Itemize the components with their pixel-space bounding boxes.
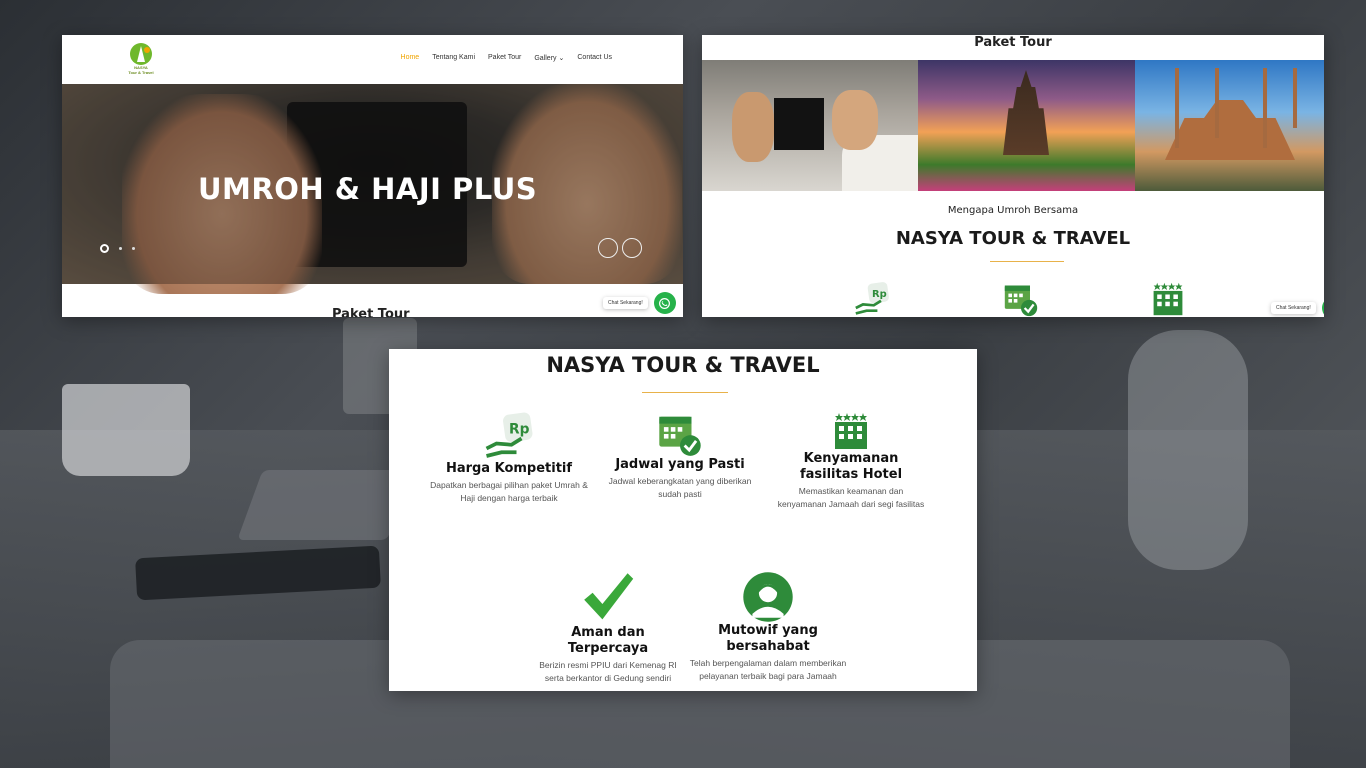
brand-heading: NASYA TOUR & TRAVEL bbox=[895, 228, 1131, 249]
rupiah-hand-icon: Rp bbox=[485, 412, 533, 458]
feature-jadwal-pasti: Jadwal yang Pasti Jadwal keberangkatan y… bbox=[599, 411, 761, 501]
feature-mutowif: Mutowif yang bersahabat Telah berpengala… bbox=[689, 571, 847, 683]
tour-image-bali[interactable] bbox=[918, 60, 1135, 191]
chevron-down-icon: ⌄ bbox=[558, 55, 565, 62]
feature-harga-kompetitif: Rp Harga Kompetitif Dapatkan berbagai pi… bbox=[427, 411, 591, 505]
feature-title: Aman dan Terpercaya bbox=[567, 625, 649, 656]
nav-gallery[interactable]: Gallery ⌄ bbox=[534, 54, 564, 62]
feature-fasilitas-hotel: Kenyamanan fasilitas Hotel Memastikan ke… bbox=[777, 411, 925, 511]
checkmark-icon bbox=[584, 573, 634, 620]
nav-menu: Home Tentang Kami Paket Tour Gallery ⌄ C… bbox=[401, 54, 612, 62]
guide-person-icon bbox=[743, 572, 793, 622]
hero-slider: UMROH & HAJI PLUS bbox=[62, 84, 683, 294]
whatsapp-icon[interactable] bbox=[1321, 297, 1324, 317]
feature-desc: Memastikan keamanan dan kenyamanan Jamaa… bbox=[777, 486, 925, 509]
feature-title: Jadwal yang Pasti bbox=[615, 457, 745, 472]
tour-package-gallery bbox=[702, 60, 1324, 191]
feature-title: Kenyamanan fasilitas Hotel bbox=[799, 451, 903, 482]
feature-desc: Berizin resmi PPIU dari Kemenag RI serta… bbox=[539, 660, 677, 683]
chat-widget[interactable]: Chat Sekarang! bbox=[1271, 297, 1324, 317]
why-subtitle: Mengapa Umroh Bersama bbox=[947, 205, 1079, 216]
navbar: NASYA Tour & Travel Home Tentang Kami Pa… bbox=[62, 35, 683, 84]
calendar-check-icon bbox=[659, 416, 701, 456]
screenshot-homepage-hero: NASYA Tour & Travel Home Tentang Kami Pa… bbox=[62, 35, 683, 317]
slider-dot-1[interactable] bbox=[100, 244, 109, 253]
slider-dot-2[interactable] bbox=[119, 247, 122, 250]
hotel-icon bbox=[1153, 282, 1183, 316]
heading-divider bbox=[990, 261, 1064, 262]
chat-label[interactable]: Chat Sekarang! bbox=[1271, 302, 1316, 314]
feature-desc: Dapatkan berbagai pilihan paket Umrah & … bbox=[430, 480, 588, 503]
slider-dot-3[interactable] bbox=[132, 247, 135, 250]
svg-text:Rp: Rp bbox=[872, 289, 887, 300]
rupiah-hand-icon: Rp bbox=[855, 282, 889, 315]
section-title: Paket Tour bbox=[974, 35, 1052, 50]
nav-contact-us[interactable]: Contact Us bbox=[577, 54, 612, 62]
feature-desc: Telah berpengalaman dalam memberikan pel… bbox=[689, 658, 847, 681]
background-phone bbox=[135, 545, 381, 601]
nav-home[interactable]: Home bbox=[401, 54, 420, 62]
tour-image-turkey[interactable] bbox=[1135, 60, 1324, 191]
screenshot-paket-tour: Paket Tour Mengapa Umroh Bersama NASYA T… bbox=[702, 35, 1324, 317]
slider-prev-button[interactable] bbox=[598, 238, 618, 258]
nav-paket-tour[interactable]: Paket Tour bbox=[488, 54, 521, 62]
chat-label[interactable]: Chat Sekarang! bbox=[603, 297, 648, 309]
background-lamp bbox=[1128, 330, 1248, 570]
chat-widget[interactable]: Chat Sekarang! bbox=[603, 292, 676, 314]
calendar-check-icon bbox=[1004, 285, 1038, 317]
feature-title: Harga Kompetitif bbox=[445, 461, 573, 476]
brand-heading: NASYA TOUR & TRAVEL bbox=[546, 353, 820, 377]
slider-next-button[interactable] bbox=[622, 238, 642, 258]
feature-desc: Jadwal keberangkatan yang diberikan suda… bbox=[608, 476, 752, 499]
logo-text: NASYA Tour & Travel bbox=[128, 65, 154, 75]
screenshot-features: NASYA TOUR & TRAVEL Rp Harga Kompetitif … bbox=[389, 349, 977, 691]
nav-tentang-kami[interactable]: Tentang Kami bbox=[432, 54, 475, 62]
whatsapp-icon[interactable] bbox=[653, 292, 676, 314]
hotel-icon bbox=[835, 413, 867, 449]
background-keyboard bbox=[237, 470, 413, 540]
feature-title: Mutowif yang bersahabat bbox=[718, 623, 818, 654]
hero-title: UMROH & HAJI PLUS bbox=[198, 172, 538, 206]
svg-text:Rp: Rp bbox=[509, 422, 530, 438]
slider-dots bbox=[100, 244, 135, 253]
heading-divider bbox=[642, 392, 728, 393]
background-mug bbox=[62, 384, 190, 476]
tour-image-umroh[interactable] bbox=[702, 60, 918, 191]
feature-aman-terpercaya: Aman dan Terpercaya Berizin resmi PPIU d… bbox=[533, 569, 683, 685]
section-title: Paket Tour bbox=[332, 307, 410, 317]
